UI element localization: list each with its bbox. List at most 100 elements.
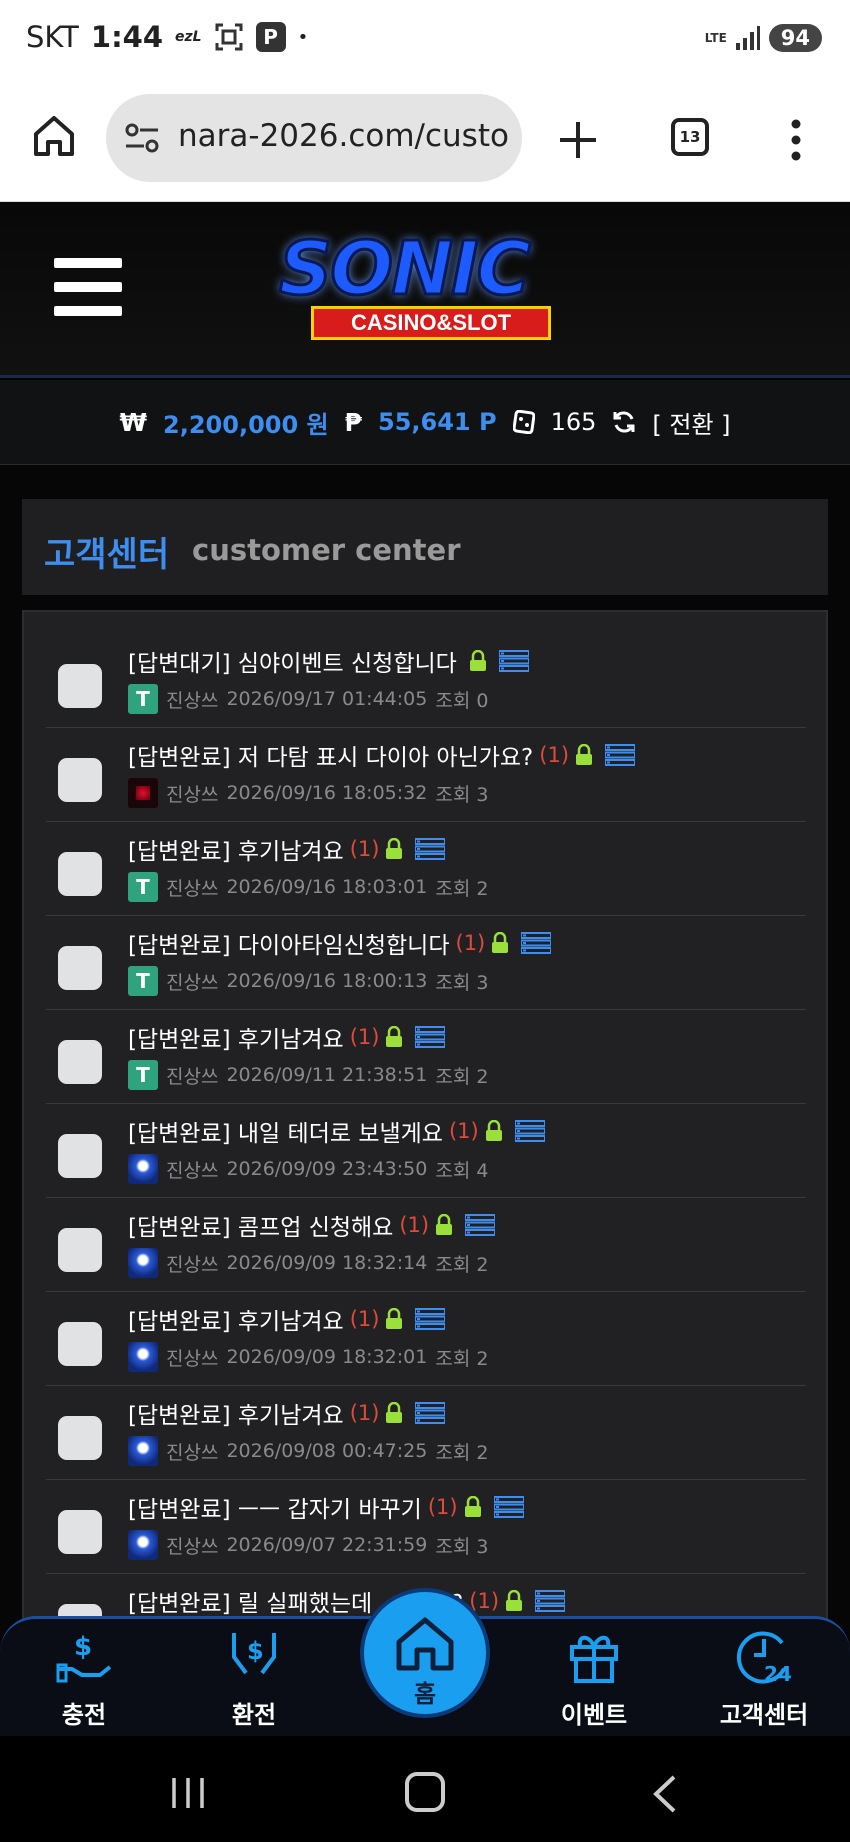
nav-withdraw[interactable]: $ 환전 xyxy=(194,1629,314,1739)
post-date: 2026/09/09 18:32:01 xyxy=(226,1346,428,1368)
post-views: 조회 2 xyxy=(435,1347,489,1370)
nav-home[interactable]: 홈 xyxy=(360,1588,490,1718)
nav-event[interactable]: 이벤트 xyxy=(534,1629,654,1739)
post-title-line[interactable]: [답변완료] 다이아타임신청합니다 (1) xyxy=(128,926,552,960)
post-date: 2026/09/16 18:03:01 xyxy=(226,876,428,898)
post-title[interactable]: [답변완료] 후기남겨요 xyxy=(128,832,344,866)
post-title-line[interactable]: [답변완료] 저 다탐 표시 다이아 아닌가요? (1) xyxy=(128,738,636,772)
list-view-icon xyxy=(465,1214,496,1236)
post-views: 조회 3 xyxy=(435,783,489,806)
post-row[interactable]: [답변완료] 후기남겨요 (1) 진상쓰 2026/09/09 18:32:01 조회 … xyxy=(46,1292,806,1386)
nav-deposit[interactable]: $ 충전 xyxy=(24,1629,144,1739)
post-title[interactable]: [답변완료] 다이아타임신청합니다 xyxy=(128,926,450,960)
post-title[interactable]: [답변완료] 후기남겨요 xyxy=(128,1302,344,1336)
reply-count: (1) xyxy=(455,931,486,955)
url-text[interactable]: nara-2026.com/custo xyxy=(178,118,509,154)
post-title[interactable]: [답변완료] 내일 테더로 보낼게요 xyxy=(128,1114,443,1148)
post-row[interactable]: [답변완료] ㅡㅡ 갑자기 바꾸기 (1) 진상쓰 2026/09/07 22:31:… xyxy=(46,1480,806,1574)
post-title[interactable]: [답변완료] 후기남겨요 xyxy=(128,1020,344,1054)
post-meta: 진상쓰 2026/09/07 22:31:59 조회 3 xyxy=(128,1530,488,1560)
android-home-icon[interactable] xyxy=(405,1772,445,1812)
coupon-icon xyxy=(512,410,535,434)
post-checkbox[interactable] xyxy=(58,852,102,896)
nav-support[interactable]: 24 고객센터 xyxy=(704,1629,824,1739)
site-logo[interactable]: SONIC CASINO&SLOT xyxy=(265,225,595,346)
post-checkbox[interactable] xyxy=(58,1322,102,1366)
post-title[interactable]: [답변대기] 심야이벤트 신청합니다 xyxy=(128,644,457,678)
reply-count: (1) xyxy=(349,1025,380,1049)
lock-icon xyxy=(386,1402,403,1423)
list-view-icon xyxy=(415,1308,446,1330)
list-view-icon xyxy=(535,1590,566,1612)
site-settings-icon[interactable] xyxy=(124,122,160,154)
post-title-line[interactable]: [답변완료] 내일 테더로 보낼게요 (1) xyxy=(128,1114,545,1148)
lock-icon xyxy=(576,744,593,765)
post-views: 조회 2 xyxy=(435,1253,489,1276)
convert-button[interactable]: [ 전환 ] xyxy=(652,405,730,440)
post-checkbox[interactable] xyxy=(58,1228,102,1272)
post-row[interactable]: [답변완료] 내일 테더로 보낼게요 (1) 진상쓰 2026/09/09 23:43… xyxy=(46,1104,806,1198)
post-row[interactable]: [답변완료] 저 다탐 표시 다이아 아닌가요? (1) 진상쓰 2026/09/16… xyxy=(46,728,806,822)
post-author: 진상쓰 xyxy=(166,783,219,806)
post-checkbox[interactable] xyxy=(58,946,102,990)
post-meta: 진상쓰 2026/09/09 23:43:50 조회 4 xyxy=(128,1154,488,1184)
more-menu-icon[interactable] xyxy=(786,116,806,164)
post-title-line[interactable]: [답변완료] 후기남겨요 (1) xyxy=(128,1396,446,1430)
post-checkbox[interactable] xyxy=(58,1134,102,1178)
lock-icon xyxy=(506,1590,523,1611)
post-row[interactable]: [답변완료] 후기남겨요 (1) 진상쓰 2026/09/08 00:47:25 조회 … xyxy=(46,1386,806,1480)
post-row[interactable]: [답변완료] 콤프업 신청해요 (1) 진상쓰 2026/09/09 18:32:14… xyxy=(46,1198,806,1292)
hamburger-menu-icon[interactable] xyxy=(54,258,122,318)
recent-apps-icon[interactable] xyxy=(168,1776,208,1810)
browser-home-icon[interactable] xyxy=(30,112,78,160)
post-row[interactable]: [답변완료] 후기남겨요 (1) T 진상쓰 2026/09/11 21:38:51 조회… xyxy=(46,1010,806,1104)
post-views: 조회 2 xyxy=(435,1065,489,1088)
post-title-line[interactable]: [답변대기] 심야이벤트 신청합니다 xyxy=(128,644,529,678)
svg-text:$: $ xyxy=(74,1632,92,1662)
point-balance: 55,641 P xyxy=(378,408,497,436)
nav-event-label: 이벤트 xyxy=(560,1702,628,1729)
post-author: 진상쓰 xyxy=(166,877,219,900)
post-title[interactable]: [답변완료] 저 다탐 표시 다이아 아닌가요? xyxy=(128,738,533,772)
won-icon: ₩ xyxy=(119,407,148,437)
lte-icon: LTE xyxy=(704,30,727,45)
lock-icon xyxy=(436,1214,453,1235)
status-right: LTE 94 xyxy=(705,24,822,52)
post-title-line[interactable]: [답변완료] 콤프업 신청해요 (1) xyxy=(128,1208,496,1242)
post-title-line[interactable]: [답변완료] ㅡㅡ 갑자기 바꾸기 (1) xyxy=(128,1490,524,1524)
post-title[interactable]: [답변완료] ㅡㅡ 갑자기 바꾸기 xyxy=(128,1490,422,1524)
post-title-line[interactable]: [답변완료] 후기남겨요 (1) xyxy=(128,832,446,866)
logo-main-text: SONIC xyxy=(278,225,533,314)
sonic-avatar-icon xyxy=(128,1342,158,1372)
list-view-icon xyxy=(415,1402,446,1424)
point-icon: ₱ xyxy=(344,407,363,437)
reply-count: (1) xyxy=(399,1213,430,1237)
reply-count: (1) xyxy=(448,1119,479,1143)
url-bar[interactable]: nara-2026.com/custo xyxy=(106,94,522,182)
post-title-line[interactable]: [답변완료] 릴 실패했는데 ... 나요? (1) xyxy=(128,1584,566,1618)
post-title[interactable]: [답변완료] 후기남겨요 xyxy=(128,1396,344,1430)
post-row[interactable]: [답변대기] 심야이벤트 신청합니다 T 진상쓰 2026/09/17 01:44:0… xyxy=(46,634,806,728)
post-meta: T 진상쓰 2026/09/16 18:00:13 조회 3 xyxy=(128,966,488,996)
sonic-avatar-icon xyxy=(128,1530,158,1560)
post-meta: 진상쓰 2026/09/09 18:32:01 조회 2 xyxy=(128,1342,488,1372)
new-tab-icon[interactable] xyxy=(556,118,600,162)
back-icon[interactable] xyxy=(648,1774,680,1814)
screenshot-icon xyxy=(215,23,243,51)
post-author: 진상쓰 xyxy=(166,1347,219,1370)
post-title-line[interactable]: [답변완료] 후기남겨요 (1) xyxy=(128,1302,446,1336)
post-checkbox[interactable] xyxy=(58,1416,102,1460)
post-meta: 진상쓰 2026/09/16 18:05:32 조회 3 xyxy=(128,778,488,808)
post-title-line[interactable]: [답변완료] 후기남겨요 (1) xyxy=(128,1020,446,1054)
post-checkbox[interactable] xyxy=(58,664,102,708)
post-checkbox[interactable] xyxy=(58,758,102,802)
post-row[interactable]: [답변완료] 다이아타임신청합니다 (1) T 진상쓰 2026/09/16 18:00… xyxy=(46,916,806,1010)
post-checkbox[interactable] xyxy=(58,1040,102,1084)
tab-switcher-button[interactable]: 13 xyxy=(671,118,709,156)
nav-support-label: 고객센터 xyxy=(719,1702,809,1729)
refresh-icon[interactable] xyxy=(612,410,636,434)
reply-count: (1) xyxy=(349,837,380,861)
post-row[interactable]: [답변완료] 후기남겨요 (1) T 진상쓰 2026/09/16 18:03:01 조회… xyxy=(46,822,806,916)
post-checkbox[interactable] xyxy=(58,1510,102,1554)
post-title[interactable]: [답변완료] 콤프업 신청해요 xyxy=(128,1208,393,1242)
